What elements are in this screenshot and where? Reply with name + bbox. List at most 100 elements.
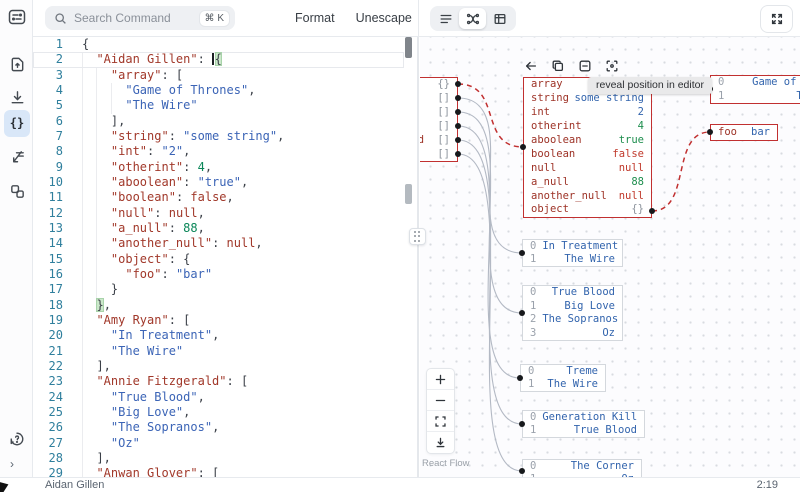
focus-node-icon[interactable] [603,58,620,74]
table-view-icon [493,12,507,26]
connection-handle [455,137,461,143]
feedback-icon[interactable] [7,429,27,449]
panel-resize-handle[interactable] [409,228,426,245]
sidebar: {} [0,0,33,477]
editor-line: 11 "boolean": false, [33,190,404,205]
node-row: 0True Blood [523,286,622,299]
graph-node-anwan-glover[interactable]: 0Treme1The Wire [520,364,606,392]
connection-handle [519,310,525,316]
editor-line: 1{ [33,37,404,52]
node-toolbar [522,58,620,74]
node-row: Alexander Skarsgard[] [420,134,457,147]
editor-line: 17 } [33,282,404,297]
scrollbar-thumb[interactable] [405,184,412,204]
tooltip: reveal position in editor [588,77,712,94]
unescape-button[interactable]: Unescape [354,7,414,29]
graph-node-amy-ryan[interactable]: 0In Treatment1The Wire [522,239,623,267]
editor-scrollbar[interactable] [404,37,413,477]
node-row: 3Oz [523,327,622,340]
editor-line: 28 ], [33,451,404,466]
copy-node-icon[interactable] [549,58,566,74]
node-row: Aidan Gillen{} [420,78,457,91]
view-table-button[interactable] [486,8,513,29]
node-row: otherint4 [524,120,651,133]
node-row: stringsome string [524,92,651,105]
view-text-button[interactable] [432,8,459,29]
node-row: 0Treme [521,365,605,378]
editor-line: 8 "int": "2", [33,144,404,159]
connection-handle [519,468,525,474]
graph-controls [427,369,454,453]
node-row: 1The Wire [523,253,622,266]
connection-handle [517,375,523,381]
editor-line: 2 "Aidan Gillen": { [33,52,404,67]
node-row: 1The Wire [521,378,605,391]
connection-handle [455,95,461,101]
react-flow-attribution: React Flow [422,458,470,469]
fullscreen-expand-icon [770,12,784,26]
node-row: 1The Wire [711,90,800,103]
node-row: 0Generation Kill [523,411,644,424]
graph-canvas[interactable]: Aidan Gillen{}Amy Ryan[]Annie Fitzgerald… [420,37,800,477]
editor-line: 10 "aboolean": "true", [33,175,404,190]
panel-divider[interactable] [417,37,419,477]
editor-line: 25 "Big Love", [33,405,404,420]
editor-line: 26 "The Sopranos", [33,420,404,435]
node-row: nullnull [524,162,651,175]
graph-view-icon [466,12,480,26]
download-image-button[interactable] [427,432,454,453]
graph-node-root[interactable]: Aidan Gillen{}Amy Ryan[]Annie Fitzgerald… [420,77,458,162]
node-row: 1Big Love [523,300,622,313]
fullscreen-button[interactable] [761,6,792,32]
editor-line: 15 "object": { [33,252,404,267]
json-braces-icon[interactable]: {} [7,113,27,133]
graph-node-aidan-gillen[interactable]: array[]stringsome stringint2otherint4abo… [523,77,652,218]
editor-line: 3 "array": [ [33,68,404,83]
editor-line: 27 "Oz" [33,436,404,451]
node-row: Annie Fitzgerald[] [420,106,457,119]
node-row: abooleantrue [524,134,651,147]
format-button[interactable]: Format [293,7,337,29]
node-row: 1True Blood [523,424,644,437]
topbar-divider [418,0,419,36]
search-input[interactable]: Search Command ⌘ K [45,6,235,30]
relations-graph-icon[interactable] [7,181,27,201]
connection-handle [649,208,655,214]
graph-node-aidan-array[interactable]: 0Game of Thrones1The Wire [710,75,800,104]
view-graph-button[interactable] [459,8,486,29]
graph-node-alexander-skarsgard[interactable]: 0Generation Kill1True Blood [522,410,645,438]
zoom-in-button[interactable] [427,369,454,390]
editor-line: 7 "string": "some string", [33,129,404,144]
node-row: 0Game of Thrones [711,76,800,89]
node-row: booleanfalse [524,148,651,161]
node-row: object{} [524,203,651,216]
graph-node-annie-fitzgerald[interactable]: 0True Blood1Big Love2The Sopranos3Oz [522,285,623,341]
graph-node-alice-farmer[interactable]: 0The Corner1Oz2The Wire [522,459,642,477]
download-icon[interactable] [7,87,27,107]
back-arrow-icon[interactable] [522,58,539,74]
zoom-out-button[interactable] [427,390,454,411]
connection-handle [520,144,526,150]
editor-line: 13 "a_null": 88, [33,221,404,236]
editor-line: 6 ], [33,114,404,129]
editor-line: 4 "Game of Thrones", [33,83,404,98]
editor-line: 23 "Annie Fitzgerald": [ [33,374,404,389]
graph-node-object-foo[interactable]: foobar [710,124,778,141]
connection-handle [455,109,461,115]
fit-view-button[interactable] [427,411,454,432]
sidebar-collapse-chevron-icon[interactable]: › [10,457,14,471]
view-mode-switcher [430,6,516,31]
connection-handle [519,421,525,427]
node-row: 2The Sopranos [523,313,622,326]
connection-handle [455,81,461,87]
node-row: foobar [711,126,777,139]
statusbar: Aidan Gillen 2:19 [0,477,800,492]
scrollbar-thumb[interactable] [405,37,412,58]
editor-line: 12 "null": null, [33,206,404,221]
import-file-icon[interactable] [7,54,27,74]
collapse-node-icon[interactable] [576,58,593,74]
breadcrumb[interactable]: Aidan Gillen [45,479,104,491]
json-code-editor[interactable]: 1{2 "Aidan Gillen": {3 "array": [4 "Game… [33,37,404,477]
transform-filter-icon[interactable] [7,147,27,167]
connection-handle [519,250,525,256]
